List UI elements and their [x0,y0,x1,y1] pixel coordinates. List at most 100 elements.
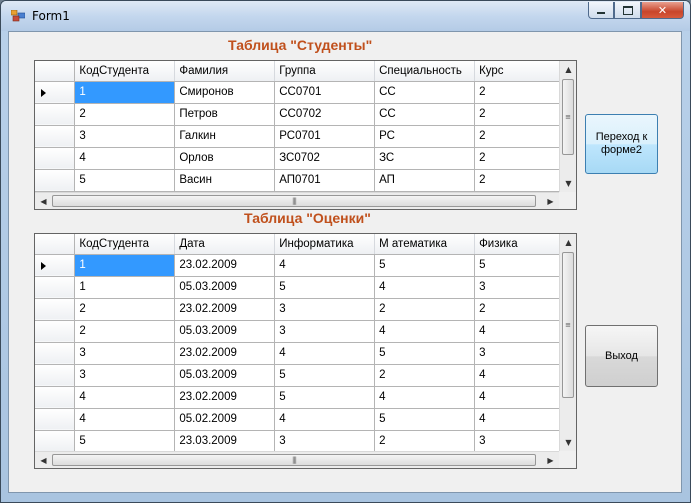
horizontal-scrollbar[interactable]: ◀ ||| ▶ [35,451,559,468]
table-row[interactable]: 2 Петров СС0702 СС 2 [35,103,561,126]
table-cell[interactable]: 23.02.2009 [174,386,276,409]
title-bar[interactable]: Form1 ✕ [1,1,690,31]
column-header[interactable]: Физика [474,234,561,255]
scroll-up-icon[interactable]: ▲ [560,61,576,78]
table-row[interactable]: 1 23.02.2009 4 5 5 [35,254,561,277]
table-row[interactable]: 5 23.03.2009 3 2 3 [35,430,561,453]
scroll-up-icon[interactable]: ▲ [560,234,576,251]
row-header[interactable] [35,103,76,126]
column-header[interactable]: КодСтудента [74,234,176,255]
table-cell[interactable]: 5 [374,408,476,431]
table-cell[interactable]: 3 [274,320,376,343]
row-header[interactable] [35,430,76,453]
scroll-right-icon[interactable]: ▶ [542,452,559,468]
row-header[interactable] [35,254,76,277]
table-cell[interactable]: 4 [274,408,376,431]
table-row[interactable]: 2 05.03.2009 3 4 4 [35,320,561,343]
column-header[interactable]: Группа [274,61,376,82]
scroll-down-icon[interactable]: ▼ [560,434,576,451]
table-cell[interactable]: РС0701 [274,125,376,148]
table-cell[interactable]: 05.03.2009 [174,320,276,343]
table-cell[interactable]: СС0701 [274,81,376,104]
table-cell[interactable]: 2 [374,298,476,321]
table-cell[interactable]: 4 [74,408,176,431]
table-cell[interactable]: 23.02.2009 [174,298,276,321]
table-row[interactable]: 5 Васин АП0701 АП 2 [35,169,561,192]
table-cell[interactable]: Орлов [174,147,276,170]
table-cell[interactable]: 2 [474,125,561,148]
minimize-button[interactable] [588,2,614,19]
row-header[interactable] [35,386,76,409]
table-cell[interactable]: 3 [274,430,376,453]
table-cell[interactable]: 5 [374,254,476,277]
table-cell[interactable]: 4 [74,147,176,170]
table-row[interactable]: 4 Орлов ЗС0702 ЗС 2 [35,147,561,170]
table-cell[interactable]: 3 [74,125,176,148]
table-cell[interactable]: ЗС0702 [274,147,376,170]
table-row[interactable]: 1 Смиронов СС0701 СС 2 [35,81,561,104]
table-cell[interactable]: АП [374,169,476,192]
row-header[interactable] [35,298,76,321]
table-cell[interactable]: 2 [474,169,561,192]
column-header[interactable]: Дата [174,234,276,255]
table-cell[interactable]: 5 [474,254,561,277]
table-cell[interactable]: 1 [74,81,176,104]
table-cell[interactable]: СС [374,81,476,104]
table-cell[interactable]: 23.02.2009 [174,254,276,277]
scroll-thumb[interactable]: ≡ [562,79,574,155]
table-row[interactable]: 3 23.02.2009 4 5 3 [35,342,561,365]
scroll-left-icon[interactable]: ◀ [35,193,52,209]
table-cell[interactable]: 3 [474,276,561,299]
table-cell[interactable]: 4 [274,254,376,277]
table-cell[interactable]: 2 [474,103,561,126]
table-cell[interactable]: 4 [474,364,561,387]
table-cell[interactable]: 05.03.2009 [174,364,276,387]
table-cell[interactable]: 2 [474,298,561,321]
table-cell[interactable]: СС [374,103,476,126]
table-cell[interactable]: 2 [74,103,176,126]
row-header[interactable] [35,320,76,343]
students-grid[interactable]: КодСтудента Фамилия Группа Специальность… [34,60,577,210]
table-cell[interactable]: 4 [274,342,376,365]
row-header[interactable] [35,408,76,431]
table-row[interactable]: 1 05.03.2009 5 4 3 [35,276,561,299]
row-header[interactable] [35,342,76,365]
table-cell[interactable]: Петров [174,103,276,126]
table-row[interactable]: 4 23.02.2009 5 4 4 [35,386,561,409]
row-header[interactable] [35,147,76,170]
goto-form2-button[interactable]: Переход к форме2 [585,114,658,174]
close-button[interactable]: ✕ [641,2,684,19]
table-cell[interactable]: РС [374,125,476,148]
table-cell[interactable]: 23.02.2009 [174,342,276,365]
table-cell[interactable]: 05.03.2009 [174,276,276,299]
vertical-scrollbar[interactable]: ▲ ≡ ▼ [559,234,576,451]
grades-grid[interactable]: КодСтудента Дата Информатика М атематика… [34,233,577,469]
row-header[interactable] [35,364,76,387]
table-cell[interactable]: АП0701 [274,169,376,192]
table-cell[interactable]: 2 [474,147,561,170]
table-cell[interactable]: Галкин [174,125,276,148]
table-cell[interactable]: 3 [474,430,561,453]
table-cell[interactable]: 5 [274,276,376,299]
table-row[interactable]: 4 05.02.2009 4 5 4 [35,408,561,431]
table-cell[interactable]: 5 [274,364,376,387]
row-header[interactable] [35,276,76,299]
scroll-down-icon[interactable]: ▼ [560,175,576,192]
table-cell[interactable]: 4 [74,386,176,409]
table-cell[interactable]: 3 [474,342,561,365]
scroll-thumb[interactable]: ||| [52,195,536,207]
table-cell[interactable]: 2 [374,364,476,387]
vertical-scrollbar[interactable]: ▲ ≡ ▼ [559,61,576,192]
scroll-thumb[interactable]: ≡ [562,252,574,398]
column-header[interactable]: М атематика [374,234,476,255]
column-header[interactable]: Специальность [374,61,476,82]
table-cell[interactable]: 5 [374,342,476,365]
table-row[interactable]: 3 Галкин РС0701 РС 2 [35,125,561,148]
exit-button[interactable]: Выход [585,325,658,387]
table-row[interactable]: 3 05.03.2009 5 2 4 [35,364,561,387]
horizontal-scrollbar[interactable]: ◀ ||| ▶ [35,192,559,209]
scroll-left-icon[interactable]: ◀ [35,452,52,468]
table-cell[interactable]: 2 [74,320,176,343]
table-cell[interactable]: 05.02.2009 [174,408,276,431]
table-cell[interactable]: 4 [374,276,476,299]
